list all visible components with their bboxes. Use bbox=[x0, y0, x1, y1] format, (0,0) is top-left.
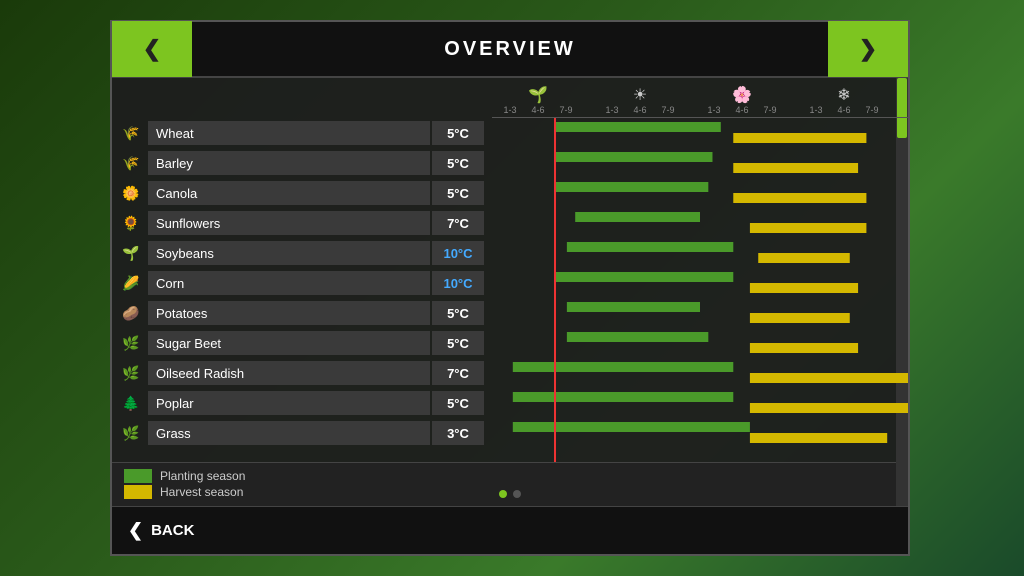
bar-segment bbox=[554, 272, 733, 282]
bottom-bar: ❮ BACK bbox=[112, 506, 908, 554]
main-panel: ❮ OVERVIEW ❯ 🌾 Wheat 5°C 🌾 Barley 5°C 🌼 … bbox=[110, 20, 910, 556]
bar-segment bbox=[567, 242, 733, 252]
legend-area: Planting season Harvest season bbox=[112, 462, 908, 506]
bar-segment bbox=[733, 193, 866, 203]
chart-area: 🌱 1-3 4-6 7-9 ☀ 1-3 4-6 7-9 bbox=[492, 78, 908, 462]
crop-icon: 🌼 bbox=[120, 182, 142, 204]
bar-segment bbox=[750, 403, 908, 413]
bar-segment bbox=[733, 163, 858, 173]
crop-row: 🥔 Potatoes 5°C bbox=[112, 298, 492, 328]
bar-segment bbox=[554, 152, 712, 162]
crop-icon: 🌾 bbox=[120, 152, 142, 174]
next-icon: ❯ bbox=[859, 36, 877, 62]
crop-row: 🌿 Grass 3°C bbox=[112, 418, 492, 448]
crop-temp: 5°C bbox=[432, 391, 484, 415]
back-label: BACK bbox=[151, 522, 194, 539]
next-button[interactable]: ❯ bbox=[828, 21, 908, 77]
crop-row: 🌱 Soybeans 10°C bbox=[112, 238, 492, 268]
crop-icon: 🌾 bbox=[120, 122, 142, 144]
crop-icon: 🌿 bbox=[120, 332, 142, 354]
crop-name: Oilseed Radish bbox=[148, 361, 430, 385]
bar-segment bbox=[513, 392, 733, 402]
page-dots bbox=[499, 490, 521, 498]
bar-segment bbox=[554, 182, 708, 192]
crop-row: 🌿 Oilseed Radish 7°C bbox=[112, 358, 492, 388]
crop-icon: 🌲 bbox=[120, 392, 142, 414]
crop-row: 🌿 Sugar Beet 5°C bbox=[112, 328, 492, 358]
prev-icon: ❮ bbox=[143, 36, 161, 62]
crop-row: 🌽 Corn 10°C bbox=[112, 268, 492, 298]
crop-temp: 7°C bbox=[432, 211, 484, 235]
crop-temp: 5°C bbox=[432, 301, 484, 325]
overview-title: OVERVIEW bbox=[192, 38, 828, 61]
crop-icon: 🌻 bbox=[120, 212, 142, 234]
back-arrow-icon: ❮ bbox=[128, 520, 143, 541]
crop-name: Barley bbox=[148, 151, 430, 175]
crop-name: Grass bbox=[148, 421, 430, 445]
back-button[interactable]: ❮ BACK bbox=[128, 520, 194, 541]
crop-temp: 10°C bbox=[432, 271, 484, 295]
bar-segment bbox=[750, 433, 887, 443]
bar-segment bbox=[733, 133, 866, 143]
crop-temp: 5°C bbox=[432, 121, 484, 145]
crop-row: 🌾 Barley 5°C bbox=[112, 148, 492, 178]
planting-legend: Planting season bbox=[124, 469, 896, 483]
red-line bbox=[554, 118, 556, 462]
planting-color-swatch bbox=[124, 469, 152, 483]
crop-temp: 5°C bbox=[432, 181, 484, 205]
crop-temp: 3°C bbox=[432, 421, 484, 445]
prev-button[interactable]: ❮ bbox=[112, 21, 192, 77]
bar-segment bbox=[513, 362, 733, 372]
bar-segment bbox=[750, 223, 866, 233]
crop-name: Wheat bbox=[148, 121, 430, 145]
crop-row: 🌲 Poplar 5°C bbox=[112, 388, 492, 418]
crop-temp: 10°C bbox=[432, 241, 484, 265]
bar-segment bbox=[750, 343, 858, 353]
crop-icon: 🥔 bbox=[120, 302, 142, 324]
bar-segment bbox=[758, 253, 850, 263]
crop-temp: 7°C bbox=[432, 361, 484, 385]
crop-name: Soybeans bbox=[148, 241, 430, 265]
crop-name: Sunflowers bbox=[148, 211, 430, 235]
dot-2[interactable] bbox=[513, 490, 521, 498]
harvest-label: Harvest season bbox=[160, 485, 243, 499]
crop-icon: 🌿 bbox=[120, 362, 142, 384]
crop-row: 🌼 Canola 5°C bbox=[112, 178, 492, 208]
crop-icon: 🌿 bbox=[120, 422, 142, 444]
bar-segment bbox=[567, 332, 708, 342]
crop-temp: 5°C bbox=[432, 331, 484, 355]
crop-name: Poplar bbox=[148, 391, 430, 415]
bar-segment bbox=[513, 422, 750, 432]
bars-container bbox=[492, 118, 908, 462]
crop-list: 🌾 Wheat 5°C 🌾 Barley 5°C 🌼 Canola 5°C 🌻 … bbox=[112, 78, 492, 462]
bar-segment bbox=[554, 122, 720, 132]
crop-row: 🌻 Sunflowers 7°C bbox=[112, 208, 492, 238]
crop-name: Potatoes bbox=[148, 301, 430, 325]
crop-name: Canola bbox=[148, 181, 430, 205]
bar-segment bbox=[567, 302, 700, 312]
harvest-color-swatch bbox=[124, 485, 152, 499]
crop-name: Corn bbox=[148, 271, 430, 295]
bar-segment bbox=[750, 313, 850, 323]
dot-1[interactable] bbox=[499, 490, 507, 498]
crop-row: 🌾 Wheat 5°C bbox=[112, 118, 492, 148]
bar-segment bbox=[575, 212, 700, 222]
crop-name: Sugar Beet bbox=[148, 331, 430, 355]
crop-icon: 🌽 bbox=[120, 272, 142, 294]
header: ❮ OVERVIEW ❯ bbox=[112, 22, 908, 78]
planting-label: Planting season bbox=[160, 469, 245, 483]
bar-segment bbox=[750, 283, 858, 293]
crop-icon: 🌱 bbox=[120, 242, 142, 264]
bar-segment bbox=[750, 373, 908, 383]
crop-temp: 5°C bbox=[432, 151, 484, 175]
